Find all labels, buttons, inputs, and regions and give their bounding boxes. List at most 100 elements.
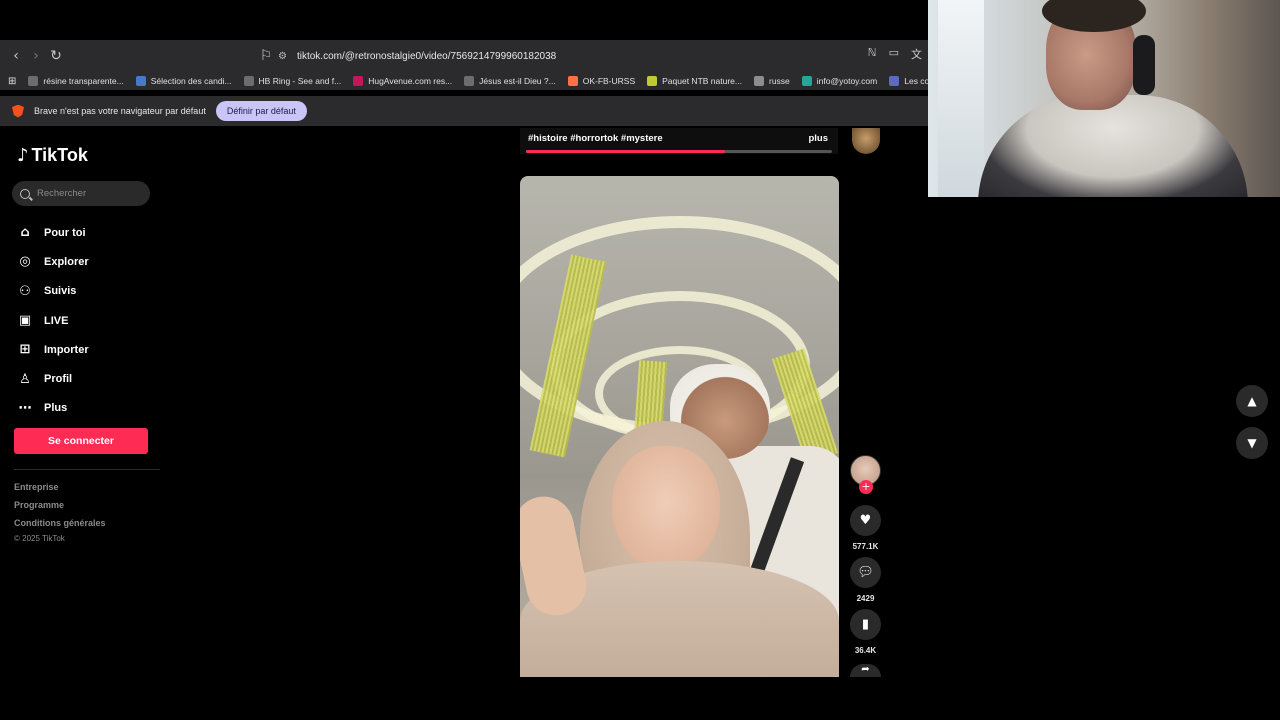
sidebar-item-label: Explorer	[44, 255, 89, 268]
bookmark-favicon-icon	[567, 76, 578, 86]
sidebar-item-label: Pour toi	[44, 226, 86, 239]
more-icon: ⋯	[18, 400, 32, 416]
save-count: 36.4K	[854, 646, 877, 655]
brave-logo-icon	[12, 104, 24, 118]
toolbar-right-icons: ℕ ▭ 文	[868, 46, 922, 62]
translate-icon[interactable]: 文	[911, 46, 922, 62]
sidebar-item-suivis[interactable]: ⚇ Suivis	[16, 277, 156, 306]
sidebar-item-label: Importer	[44, 343, 89, 356]
search-icon	[20, 188, 30, 199]
like-count: 577.1K	[852, 542, 879, 551]
infobar-message: Brave n'est pas votre navigateur par déf…	[34, 106, 206, 116]
site-info-icon[interactable]: ⚙	[278, 51, 287, 62]
bookmark-favicon-icon	[889, 76, 900, 86]
save-action: ▮ 36.4K	[850, 609, 881, 655]
previous-video-button[interactable]: ▲	[1236, 385, 1268, 417]
apps-icon[interactable]: ⊞	[8, 76, 16, 87]
bookmark-item[interactable]: OK-FB-URSS	[567, 76, 636, 86]
sidebar-item-profil[interactable]: ♙ Profil	[16, 364, 156, 393]
live-icon: ▣	[18, 313, 32, 329]
bookmark-favicon-icon	[135, 76, 146, 86]
login-button[interactable]: Se connecter	[14, 428, 148, 454]
search-placeholder: Rechercher	[37, 188, 87, 199]
comment-action: 💬︎ 2429	[850, 557, 881, 603]
bookmark-favicon-icon	[243, 76, 254, 86]
sidebar-nav: ⌂ Pour toi ◎ Explorer ⚇ Suivis ▣ LIVE ⊞ …	[16, 218, 156, 423]
reader-mode-icon[interactable]: ℕ	[868, 46, 877, 62]
sidebar-item-label: Profil	[44, 373, 73, 386]
sidebar-item-importer[interactable]: ⊞ Importer	[16, 335, 156, 364]
tiktok-logo-text: TikTok	[31, 145, 88, 165]
upload-icon: ⊞	[19, 342, 31, 358]
url-text: tiktok.com/@retronostalgie0/video/756921…	[296, 50, 557, 62]
bookmark-label: Sélection des candi...	[150, 76, 232, 86]
bookmark-save-icon[interactable]: ▮	[850, 609, 881, 640]
set-default-button[interactable]: Définir par défaut	[215, 101, 307, 121]
video-hashtags[interactable]: #histoire #horrortok #mystere	[528, 133, 663, 144]
sidebar-divider	[14, 469, 160, 470]
bookmark-favicon-icon	[464, 76, 475, 86]
sidebar-footer: Entreprise Programme Conditions générale…	[14, 482, 106, 552]
forward-icon[interactable]: ›	[26, 46, 46, 66]
bookmark-item[interactable]: russe	[753, 76, 790, 86]
bookmark-label: info@yotoy.com	[816, 76, 878, 86]
tiktok-note-icon: ♪	[17, 145, 29, 166]
cast-icon[interactable]: ▭	[889, 46, 899, 62]
compass-icon: ◎	[19, 254, 31, 270]
bookmark-label: HugAvenue.com res...	[368, 76, 453, 86]
bookmark-item[interactable]: Paquet NTB nature...	[647, 76, 742, 86]
browser-toolbar: ‹ › ↻ ⚐ ⚙ tiktok.com/@retronostalgie0/vi…	[0, 40, 928, 72]
bookmark-item[interactable]: Sélection des candi...	[135, 76, 232, 86]
search-input[interactable]: Rechercher	[12, 181, 150, 206]
footer-link-entreprise[interactable]: Entreprise	[14, 482, 106, 500]
video-player[interactable]	[520, 176, 839, 677]
bookmark-item[interactable]: HugAvenue.com res...	[353, 76, 452, 86]
bookmark-label: OK-FB-URSS	[582, 76, 636, 86]
sidebar-item-plus[interactable]: ⋯ Plus	[16, 394, 156, 423]
bookmark-item[interactable]: Jésus est-il Dieu ?...	[464, 76, 556, 86]
heart-icon[interactable]: ♥	[850, 505, 881, 536]
previous-video-caption[interactable]: #histoire #horrortok #mystere plus	[520, 128, 838, 154]
following-icon: ⚇	[19, 283, 31, 299]
home-icon: ⌂	[20, 225, 30, 241]
bookmark-label: Jésus est-il Dieu ?...	[479, 76, 556, 86]
bookmark-favicon-icon	[753, 76, 764, 86]
tiktok-logo[interactable]: ♪ TikTok	[17, 145, 88, 166]
default-browser-infobar: Brave n'est pas votre navigateur par déf…	[0, 96, 928, 126]
sidebar-item-pour-toi[interactable]: ⌂ Pour toi	[16, 218, 156, 247]
video-progress-fill	[526, 150, 725, 153]
reload-icon[interactable]: ↻	[46, 46, 66, 66]
bookmark-label: Paquet NTB nature...	[662, 76, 742, 86]
profile-icon: ♙	[19, 371, 31, 387]
bookmark-label: résine transparente...	[43, 76, 124, 86]
chevron-up-icon: ▲	[1247, 394, 1257, 408]
bookmark-label: Les concours d'a	[904, 76, 928, 86]
bookmark-icon[interactable]: ⚐	[256, 46, 276, 66]
sidebar-item-explorer[interactable]: ◎ Explorer	[16, 247, 156, 276]
chevron-down-icon: ▼	[1247, 436, 1257, 450]
bookmark-item[interactable]: résine transparente...	[28, 76, 124, 86]
bookmark-item[interactable]: HB Ring - See and f...	[243, 76, 341, 86]
bookmark-favicon-icon	[28, 76, 39, 86]
bookmark-item[interactable]: Les concours d'a	[889, 76, 928, 86]
bookmark-item[interactable]: info@yotoy.com	[801, 76, 878, 86]
sidebar-item-live[interactable]: ▣ LIVE	[16, 306, 156, 335]
previous-creator-avatar[interactable]	[852, 128, 880, 154]
copyright: © 2025 TikTok	[14, 534, 65, 543]
bookmark-label: russe	[768, 76, 790, 86]
like-action: ♥ 577.1K	[850, 505, 881, 551]
comment-count: 2429	[856, 594, 875, 603]
bookmark-favicon-icon	[647, 76, 658, 86]
address-bar[interactable]: ⚙ tiktok.com/@retronostalgie0/video/7569…	[278, 44, 868, 68]
next-video-button[interactable]: ▼	[1236, 427, 1268, 459]
bookmark-favicon-icon	[801, 76, 812, 86]
back-icon[interactable]: ‹	[6, 46, 26, 66]
share-icon[interactable]: ➦	[850, 664, 881, 677]
video-progress-bar[interactable]	[526, 150, 832, 153]
footer-link-programme[interactable]: Programme	[14, 500, 106, 518]
bookmark-favicon-icon	[353, 76, 364, 86]
comment-icon[interactable]: 💬︎	[850, 557, 881, 588]
webcam-overlay	[928, 0, 1280, 197]
more-caption-link[interactable]: plus	[808, 133, 828, 144]
follow-plus-icon[interactable]: +	[859, 480, 873, 494]
